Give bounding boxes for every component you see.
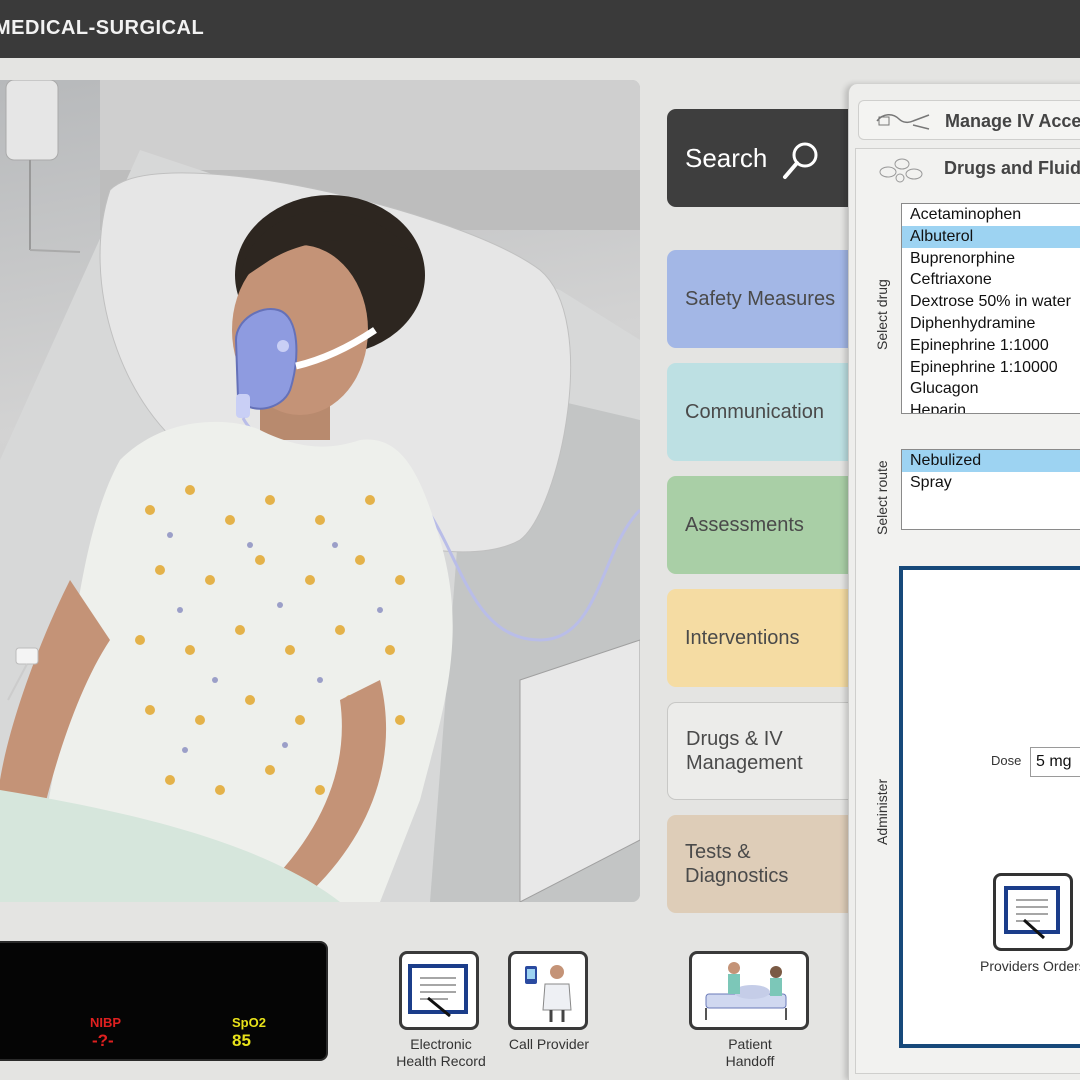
tab-tests-diagnostics[interactable]: Tests & Diagnostics <box>667 815 848 913</box>
patient-illustration <box>0 80 640 902</box>
pills-icon <box>879 158 923 183</box>
drug-option[interactable]: Buprenorphine <box>902 248 1080 270</box>
drug-option[interactable]: Epinephrine 1:10000 <box>902 357 1080 379</box>
ehr-label: Electronic Health Record <box>396 1036 486 1069</box>
tab-label: Assessments <box>685 514 804 536</box>
search-label: Search <box>685 142 768 173</box>
patient-handoff-label: Patient Handoff <box>725 1036 775 1069</box>
spo2-label: SpO2 <box>232 1015 266 1030</box>
iv-catheter-icon <box>876 114 930 130</box>
administer-label: Administer <box>874 778 890 845</box>
drug-option[interactable]: Glucagon <box>902 378 1080 400</box>
doctor-phone-icon <box>525 965 572 1022</box>
document-icon <box>408 964 468 1018</box>
providers-orders-button[interactable] <box>993 873 1073 951</box>
drugs-fluids-header[interactable]: Drugs and Fluids <box>858 148 1080 188</box>
patient-scene[interactable] <box>0 80 640 902</box>
nibp-value: -?- <box>92 1031 114 1050</box>
drugs-fluids-label: Drugs and Fluids <box>944 158 1080 178</box>
ehr-button[interactable] <box>399 951 479 1030</box>
tab-interventions[interactable]: Interventions <box>667 589 848 687</box>
drug-option[interactable]: Epinephrine 1:1000 <box>902 335 1080 357</box>
drug-option-selected[interactable]: Albuterol <box>902 225 1080 248</box>
drug-option[interactable]: Dextrose 50% in water <box>902 291 1080 313</box>
nibp-label: NIBP <box>90 1015 122 1030</box>
spo2-value: 85 <box>232 1031 251 1050</box>
dose-label: Dose <box>991 753 1022 768</box>
call-provider-label: Call Provider <box>508 1036 590 1052</box>
manage-iv-access-label: Manage IV Access <box>945 111 1080 131</box>
app-title: MEDICAL-SURGICAL <box>0 17 205 39</box>
drug-option[interactable]: Heparin <box>902 400 1080 413</box>
drug-option[interactable]: Acetaminophen <box>902 204 1080 226</box>
patient-handoff-button[interactable] <box>689 951 809 1030</box>
title-bar: MEDICAL-SURGICAL <box>0 0 1080 58</box>
route-listbox[interactable]: Nebulized Spray <box>901 449 1080 530</box>
manage-iv-access-header[interactable]: Manage IV Access <box>858 100 1080 140</box>
tab-label: Tests & Diagnostics <box>685 841 789 887</box>
search-icon <box>783 142 818 179</box>
dose-input[interactable]: 5 mg <box>1030 747 1080 777</box>
document-icon <box>1004 886 1060 940</box>
drug-listbox[interactable]: Acetaminophen Albuterol Buprenorphine Ce… <box>901 203 1080 414</box>
select-route-label: Select route <box>874 460 890 535</box>
drug-option[interactable]: Diphenhydramine <box>902 313 1080 335</box>
call-provider-button[interactable] <box>508 951 588 1030</box>
tab-label: Drugs & IV Management <box>686 728 803 774</box>
route-option[interactable]: Spray <box>902 472 1080 494</box>
administer-box <box>899 566 1080 1048</box>
tab-assessments[interactable]: Assessments <box>667 476 848 574</box>
providers-orders-label: Providers Orders <box>980 958 1080 974</box>
tab-label: Communication <box>685 401 824 423</box>
search-button[interactable]: Search <box>667 109 848 207</box>
vitals-monitor: NIBP -?- SpO2 85 <box>0 941 328 1061</box>
select-drug-label: Select drug <box>874 279 890 350</box>
drug-option[interactable]: Ceftriaxone <box>902 269 1080 291</box>
route-option-selected[interactable]: Nebulized <box>902 450 1080 472</box>
tab-safety-measures[interactable]: Safety Measures <box>667 250 848 348</box>
tab-label: Interventions <box>685 627 800 649</box>
tab-communication[interactable]: Communication <box>667 363 848 461</box>
handoff-icon <box>705 962 787 1020</box>
tab-label: Safety Measures <box>685 288 836 310</box>
tab-drugs-iv-management[interactable]: Drugs & IV Management <box>667 702 848 800</box>
